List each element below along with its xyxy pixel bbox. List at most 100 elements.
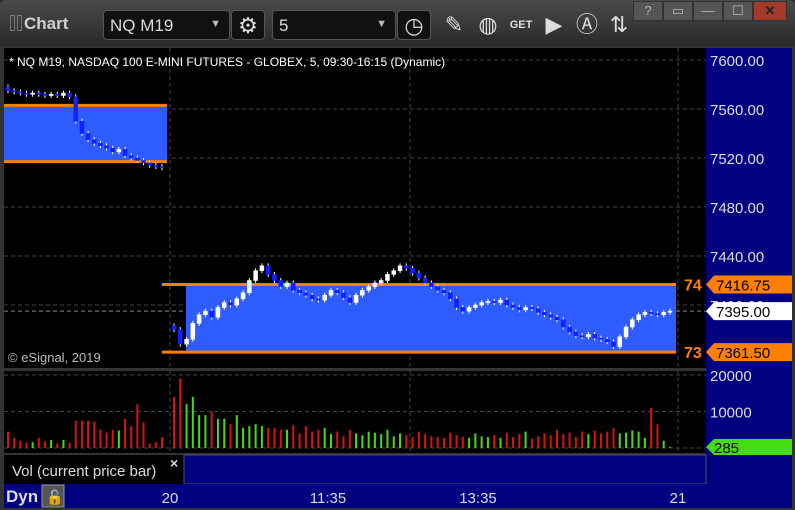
price-axis-label: 7440.00 [710, 249, 764, 266]
drag-grip-icon[interactable] [10, 15, 15, 31]
candle [485, 301, 491, 303]
candle [259, 265, 265, 271]
candle [203, 310, 208, 316]
get-data-icon[interactable]: GET [504, 10, 538, 40]
title-bar: Chart NQ M19 ▼ ⚙ 5 ▼ ◷ ✎ ◍ GET ▶ Ⓐ ⇅ ? ▭ —… [0, 0, 795, 46]
help-button[interactable]: ? [633, 1, 663, 21]
candle [5, 86, 11, 91]
candle [586, 334, 591, 338]
price-tag-text: 7395.00 [716, 304, 770, 321]
candle [18, 91, 23, 94]
candle [55, 94, 60, 96]
alert-icon[interactable]: Ⓐ [570, 10, 604, 40]
symbol-select[interactable]: NQ M19 ▼ [103, 10, 230, 40]
candle [341, 292, 346, 298]
candle [104, 145, 109, 149]
lower-level-label: 73 [684, 345, 702, 362]
prior-range-band [4, 105, 167, 162]
time-axis[interactable] [4, 484, 706, 508]
candle [61, 92, 66, 96]
candle [385, 274, 390, 281]
candle [655, 313, 660, 316]
price-tag-text: 7361.50 [716, 345, 770, 362]
candle [42, 94, 48, 96]
candle [623, 326, 629, 338]
candle [215, 307, 221, 318]
upper-level-label: 74 [684, 277, 702, 294]
price-axis-label: 7480.00 [710, 200, 764, 217]
close-button[interactable]: ✕ [753, 1, 787, 21]
candle [265, 265, 271, 275]
candle [466, 307, 472, 312]
clock-icon[interactable]: ◷ [397, 10, 431, 40]
window-title: Chart [24, 14, 69, 33]
candle [116, 149, 122, 153]
window-controls: ? ▭ — ☐ ✕ [633, 1, 787, 21]
candle [309, 294, 315, 300]
symbol-settings-icon[interactable]: ⚙ [231, 10, 265, 40]
maximize-icon[interactable]: ☐ [723, 1, 753, 21]
candle [611, 341, 616, 347]
candle [11, 90, 17, 93]
candle [228, 302, 233, 306]
candle [554, 317, 560, 320]
candle [297, 290, 302, 294]
pencil-icon[interactable]: ✎ [437, 10, 471, 40]
candle [454, 298, 459, 308]
candle [542, 312, 547, 316]
chevron-down-icon: ▼ [376, 18, 387, 30]
candle [334, 290, 340, 294]
play-icon[interactable]: ▶ [537, 10, 571, 40]
candle [604, 339, 610, 342]
candle [523, 307, 528, 311]
minimize-icon[interactable]: — [693, 1, 723, 21]
candle [278, 280, 283, 287]
candle [147, 162, 152, 166]
candle [410, 268, 415, 274]
lock-icon-glyph: 🔓 [46, 489, 63, 506]
studies-icon[interactable]: ◍ [471, 10, 505, 40]
candle [247, 280, 252, 293]
candle [435, 286, 440, 291]
candle [322, 294, 327, 301]
candle [479, 302, 484, 306]
symbol-value: NQ M19 [110, 16, 174, 35]
candle [422, 277, 428, 284]
candle [391, 270, 396, 275]
time-label: 21 [670, 490, 687, 507]
candle [190, 323, 196, 340]
candle [397, 265, 403, 271]
link-arrows-icon[interactable]: ⇅ [602, 10, 636, 40]
candle [171, 325, 177, 330]
session-range-band [186, 284, 676, 353]
price-chart[interactable]: 7600.007560.007520.007480.007440.007400.… [0, 46, 795, 510]
candle [548, 314, 553, 318]
candle [85, 133, 91, 140]
candle [67, 92, 72, 98]
candle [135, 157, 140, 161]
candle [110, 147, 115, 153]
candle [178, 329, 183, 345]
candle [196, 314, 202, 324]
candle [491, 301, 497, 303]
remove-study-icon[interactable]: × [170, 455, 178, 471]
candle [128, 155, 134, 159]
time-label: 13:35 [459, 490, 497, 507]
interval-select[interactable]: 5 ▼ [272, 10, 396, 40]
candle [404, 265, 409, 269]
volume-axis-label: 20000 [710, 368, 752, 385]
candle [303, 292, 309, 296]
candle [592, 334, 597, 339]
drag-grip-icon[interactable] [17, 15, 22, 31]
candle [579, 335, 585, 338]
candle [460, 307, 466, 312]
candle [378, 280, 384, 284]
candle [291, 282, 296, 291]
chart-description: * NQ M19, NASDAQ 100 E-MINI FUTURES - GL… [9, 55, 445, 69]
window-menu-icon[interactable]: ▭ [663, 1, 693, 21]
candle [567, 326, 572, 333]
price-axis-label: 7560.00 [710, 102, 764, 119]
candle [240, 292, 246, 300]
candle [316, 298, 321, 301]
candle [473, 304, 478, 308]
